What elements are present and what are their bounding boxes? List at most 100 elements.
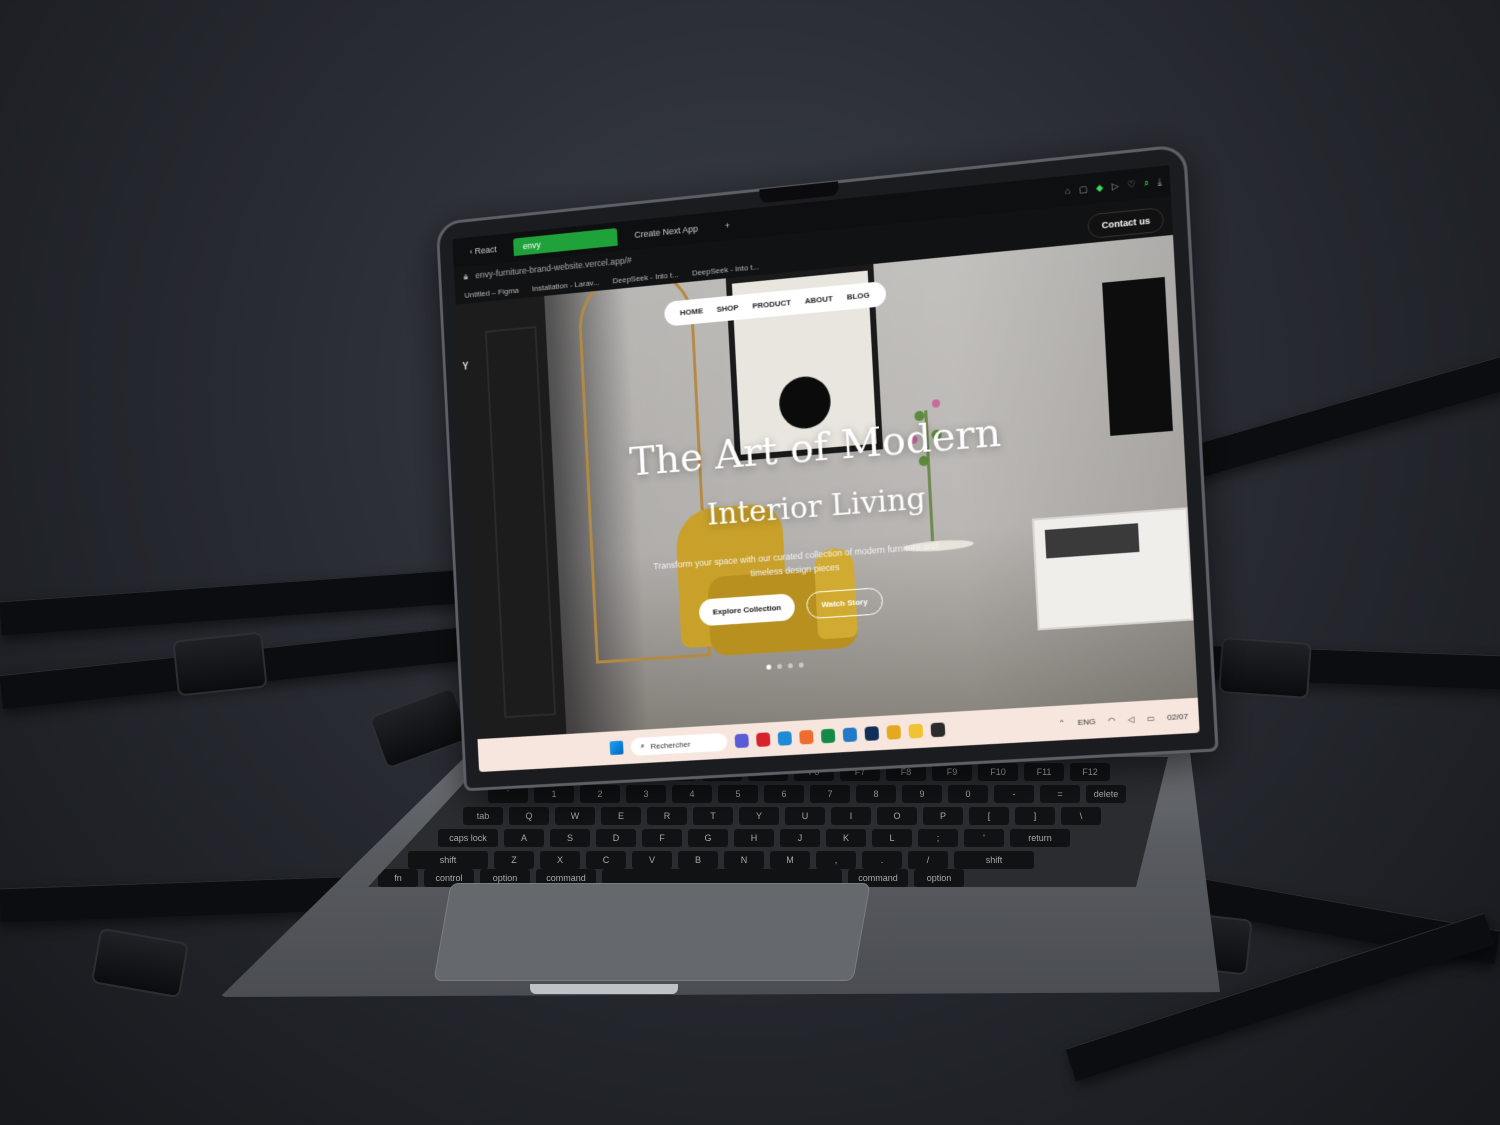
- key: F11: [1024, 763, 1064, 781]
- nav-item-blog[interactable]: BLOG: [847, 291, 870, 302]
- key: 3: [626, 785, 666, 803]
- postman-icon[interactable]: [799, 730, 814, 745]
- trackpad[interactable]: [433, 883, 870, 981]
- carousel-dot[interactable]: [799, 662, 804, 667]
- key: option: [914, 869, 964, 887]
- shield-icon[interactable]: ◆: [1096, 182, 1104, 194]
- key: /: [908, 851, 948, 869]
- carousel-dot[interactable]: [766, 664, 771, 669]
- key: M: [770, 851, 810, 869]
- edge-icon[interactable]: [778, 731, 792, 746]
- search-icon: ⌕: [640, 741, 645, 751]
- key: X: [540, 851, 580, 869]
- search-icon[interactable]: ⌕: [1144, 177, 1150, 189]
- laptop-lip: [530, 984, 678, 994]
- carousel-dot[interactable]: [777, 664, 782, 669]
- key: Q: [509, 807, 549, 825]
- art-circle: [778, 374, 832, 430]
- bookmark-item[interactable]: Installation - Larav...: [532, 277, 600, 292]
- screenshot-icon[interactable]: ▢: [1079, 183, 1088, 195]
- key: F12: [1070, 763, 1110, 781]
- key: J: [780, 829, 820, 847]
- wifi-icon[interactable]: ◠: [1108, 715, 1116, 725]
- key: V: [632, 851, 672, 869]
- nav-item-home[interactable]: HOME: [680, 306, 704, 317]
- nav-item-product[interactable]: PRODUCT: [752, 298, 791, 311]
- keyboard-row: ` 1 2 3 4 5 6 7 8 9 0 - = delete: [488, 785, 1126, 803]
- taskbar-search[interactable]: ⌕ Rechercher: [630, 733, 727, 756]
- download-icon[interactable]: ⤓: [1157, 176, 1162, 188]
- strap-buckle: [172, 631, 267, 696]
- key: 7: [810, 785, 850, 803]
- terminal-icon[interactable]: [931, 722, 946, 737]
- keyboard-row: caps lock A S D F G H J K L ; ' return: [438, 829, 1070, 847]
- key: P: [923, 807, 963, 825]
- key: 8: [856, 785, 896, 803]
- key: F: [642, 829, 682, 847]
- opera-icon[interactable]: [756, 732, 770, 747]
- windows-start-icon[interactable]: [610, 741, 624, 755]
- key: ;: [918, 829, 958, 847]
- taskbar-date[interactable]: 02/07: [1167, 711, 1189, 721]
- bookmark-item[interactable]: DeepSeek - Into t...: [612, 270, 678, 285]
- nav-item-about[interactable]: ABOUT: [805, 294, 834, 306]
- media-cabinet: [1032, 507, 1194, 630]
- key: F10: [978, 763, 1018, 781]
- watch-story-button[interactable]: Watch Story: [806, 587, 883, 619]
- bookmark-item[interactable]: Untitled – Figma: [464, 285, 519, 299]
- key: 9: [902, 785, 942, 803]
- key: A: [504, 829, 544, 847]
- tab-envy[interactable]: envy: [513, 228, 618, 256]
- keyboard-row: tab Q W E R T Y U I O P [ ] \: [463, 807, 1101, 825]
- tab-create-next-app[interactable]: Create Next App: [624, 219, 708, 245]
- key: shift: [954, 851, 1034, 869]
- key: return: [1010, 829, 1070, 847]
- laptop-screen: ‹ React envy Create Next App + ⌂ ▢ ◆ ▷ ♡…: [452, 165, 1199, 772]
- key: .: [862, 851, 902, 869]
- key: ,: [816, 851, 856, 869]
- key: caps lock: [438, 829, 498, 847]
- key: shift: [408, 851, 488, 869]
- taskbar-search-label: Rechercher: [650, 739, 690, 750]
- key: S: [550, 829, 590, 847]
- chrome-icon[interactable]: [886, 725, 901, 740]
- new-tab-button[interactable]: +: [715, 215, 740, 235]
- folder-icon[interactable]: [908, 724, 923, 739]
- nav-item-shop[interactable]: SHOP: [716, 303, 738, 314]
- key: Z: [494, 851, 534, 869]
- key: E: [601, 807, 641, 825]
- vscode-icon[interactable]: [843, 727, 858, 742]
- language-indicator[interactable]: ENG: [1077, 716, 1095, 726]
- key: 6: [764, 785, 804, 803]
- key: N: [724, 851, 764, 869]
- heart-icon[interactable]: ♡: [1127, 178, 1136, 190]
- chat-app-icon[interactable]: [735, 734, 749, 749]
- system-tray: ⌃ ENG ◠ ◁ ▭ 02/07: [1058, 711, 1188, 728]
- key: B: [678, 851, 718, 869]
- battery-icon[interactable]: ▭: [1146, 713, 1154, 723]
- key: C: [586, 851, 626, 869]
- chevron-up-icon[interactable]: ⌃: [1058, 718, 1065, 728]
- lock-icon: 🔒︎: [463, 271, 468, 282]
- cabinet-shelf: [1045, 523, 1140, 558]
- key: R: [647, 807, 687, 825]
- key: 1: [534, 785, 574, 803]
- carousel-dot[interactable]: [788, 663, 793, 668]
- key: [: [969, 807, 1009, 825]
- key: W: [555, 807, 595, 825]
- play-icon[interactable]: ▷: [1111, 180, 1119, 192]
- brand-logo[interactable]: Y: [462, 362, 469, 373]
- key: =: [1040, 785, 1080, 803]
- bookmark-item[interactable]: DeepSeek - Into t...: [692, 262, 759, 277]
- key: -: [994, 785, 1034, 803]
- mongodb-icon[interactable]: [821, 729, 836, 744]
- background-strap: [1182, 354, 1500, 480]
- react-icon[interactable]: [864, 726, 879, 741]
- browser-toolbar-icons: ⌂ ▢ ◆ ▷ ♡ ⌕ ⤓: [1065, 176, 1162, 197]
- key: 2: [580, 785, 620, 803]
- key: I: [831, 807, 871, 825]
- volume-icon[interactable]: ◁: [1127, 714, 1134, 724]
- tab-react[interactable]: ‹ React: [460, 239, 506, 261]
- key: delete: [1086, 785, 1126, 803]
- pin-icon[interactable]: ⌂: [1065, 185, 1071, 197]
